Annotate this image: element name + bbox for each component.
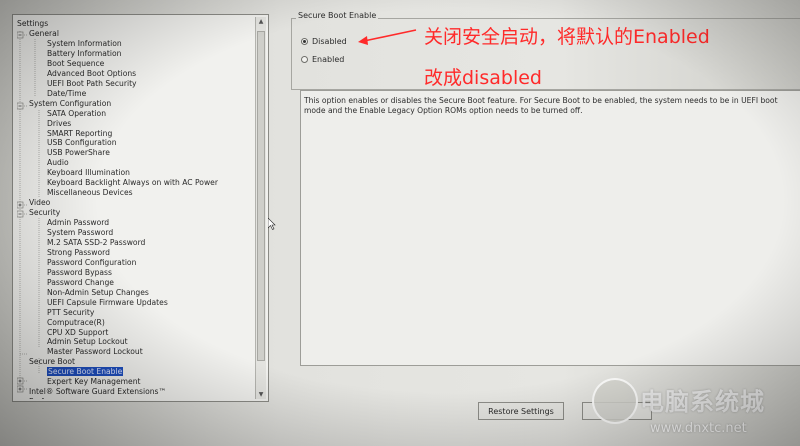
tree-item[interactable]: UEFI Capsule Firmware Updates [47, 298, 168, 307]
radio-unchecked-icon[interactable] [301, 56, 308, 63]
tree-item[interactable]: Audio [47, 158, 69, 167]
annotation-line-2: 改成disabled [424, 67, 542, 89]
radio-disabled[interactable]: Disabled [301, 37, 347, 46]
tree-item[interactable]: USB Configuration [47, 138, 117, 147]
help-description-box [300, 90, 800, 366]
scrollbar-thumb[interactable] [257, 31, 265, 361]
tree-item[interactable]: UEFI Boot Path Security [47, 79, 137, 88]
tree-item[interactable]: Intel® Software Guard Extensions™ [29, 387, 166, 396]
mouse-cursor-icon [268, 218, 276, 230]
tree-item[interactable]: System Information [47, 39, 122, 48]
watermark-logo-icon [592, 378, 638, 424]
watermark-title: 电脑系统城 [640, 388, 765, 416]
tree-item[interactable]: Performance [29, 397, 77, 399]
group-title: Secure Boot Enable [296, 11, 379, 20]
tree-item[interactable]: Password Change [47, 278, 114, 287]
tree-item[interactable]: Advanced Boot Options [47, 69, 136, 78]
tree-item[interactable]: Password Bypass [47, 268, 112, 277]
tree-item[interactable]: Miscellaneous Devices [47, 188, 133, 197]
tree-item[interactable]: Admin Password [47, 218, 109, 227]
tree-item[interactable]: USB PowerShare [47, 148, 110, 157]
tree-item[interactable]: Password Configuration [47, 258, 136, 267]
tree-item[interactable]: CPU XD Support [47, 328, 108, 337]
annotation-arrow-icon [358, 29, 417, 45]
tree-item[interactable]: System Password [47, 228, 113, 237]
tree-item[interactable]: Master Password Lockout [47, 347, 143, 356]
tree-item[interactable]: Video [29, 198, 50, 207]
tree-title: Settings [17, 19, 49, 28]
radio-enabled-label: Enabled [312, 55, 345, 64]
radio-checked-icon[interactable] [301, 38, 308, 45]
tree-item[interactable]: Security [29, 208, 60, 217]
tree-item[interactable]: Computrace(R) [47, 318, 105, 327]
scroll-down-icon[interactable]: ▼ [257, 390, 265, 399]
tree-item[interactable]: PTT Security [47, 308, 94, 317]
tree-item[interactable]: Admin Setup Lockout [47, 337, 128, 346]
tree-item[interactable]: Date/Time [47, 89, 86, 98]
tree-item[interactable]: Strong Password [47, 248, 110, 257]
radio-disabled-label: Disabled [312, 37, 347, 46]
scroll-up-icon[interactable]: ▲ [257, 17, 265, 26]
tree-item[interactable]: Non-Admin Setup Changes [47, 288, 149, 297]
tree-item[interactable]: Keyboard Backlight Always on with AC Pow… [47, 178, 218, 187]
tree-item[interactable]: M.2 SATA SSD-2 Password [47, 238, 145, 247]
annotation-line-1: 关闭安全启动，将默认的Enabled [424, 26, 710, 48]
settings-tree-panel: Settings General System Information Battery… [12, 14, 269, 402]
watermark-url: www.dnxtc.net [650, 421, 747, 436]
tree-item[interactable]: SATA Operation [47, 109, 106, 118]
tree-item[interactable]: Secure Boot [29, 357, 75, 366]
tree-item[interactable]: Expert Key Management [47, 377, 141, 386]
tree-item[interactable]: SMART Reporting [47, 129, 112, 138]
tree-scrollbar[interactable]: ▲ ▼ [255, 17, 266, 399]
radio-enabled[interactable]: Enabled [301, 55, 344, 64]
tree-item[interactable]: Boot Sequence [47, 59, 104, 68]
restore-settings-button[interactable]: Restore Settings [478, 402, 564, 420]
tree-item[interactable]: Keyboard Illumination [47, 168, 130, 177]
tree-item[interactable]: System Configuration [29, 99, 111, 108]
tree-item[interactable]: Drives [47, 119, 71, 128]
tree-item[interactable]: Battery Information [47, 49, 121, 58]
tree-item[interactable]: General [29, 29, 59, 38]
settings-tree: Settings General System Information Battery… [17, 17, 255, 399]
tree-item[interactable]: Secure Boot Enable [47, 367, 124, 377]
help-description-text: This option enables or disables the Secu… [304, 96, 778, 115]
